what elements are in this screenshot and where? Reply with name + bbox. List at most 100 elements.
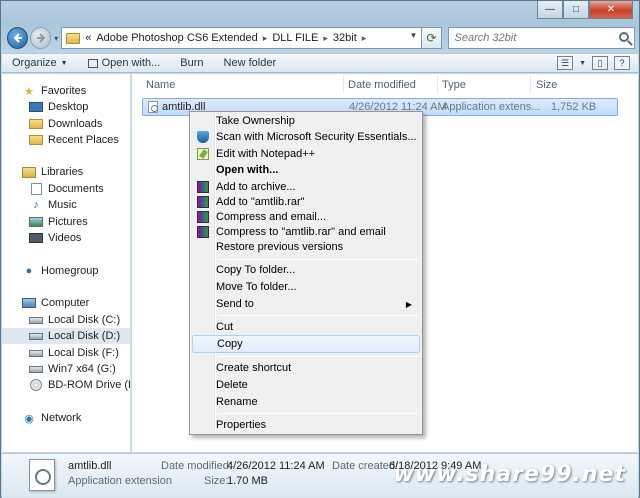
sidebar-item-label: Network [41, 412, 82, 424]
column-type[interactable]: Type [442, 79, 466, 91]
menu-copy[interactable]: Copy [192, 335, 420, 353]
navigation-pane: ★ Favorites Desktop Downloads Recent Plac… [2, 74, 131, 452]
menu-create-shortcut[interactable]: Create shortcut [192, 360, 420, 376]
column-divider[interactable] [437, 76, 438, 94]
column-size[interactable]: Size [536, 79, 557, 91]
menu-properties[interactable]: Properties [192, 417, 420, 433]
sidebar-item-network[interactable]: ◉ Network [2, 410, 130, 426]
breadcrumb-overflow[interactable]: « [85, 32, 91, 44]
sidebar-item-label: Libraries [41, 166, 84, 178]
back-button[interactable] [7, 27, 29, 49]
menu-rename[interactable]: Rename [192, 394, 420, 410]
help-icon: ? [619, 58, 625, 68]
menu-send-to[interactable]: Send to ▶ [192, 296, 420, 312]
sidebar-item-label: Local Disk (C:) [48, 314, 121, 326]
chevron-right-icon[interactable]: ▸ [362, 33, 367, 44]
menu-add-to-archive[interactable]: Add to archive... [192, 179, 420, 195]
new-folder-button[interactable]: New folder [214, 57, 287, 69]
minimize-button[interactable]: — [537, 1, 563, 19]
sidebar-item-label: Homegroup [41, 265, 99, 277]
menu-separator [218, 315, 418, 316]
sidebar-item-bd-rom[interactable]: BD-ROM Drive (H:) D [2, 377, 130, 393]
menu-edit-notepadpp[interactable]: Edit with Notepad++ [192, 146, 420, 162]
change-view-button[interactable]: ☰ [557, 56, 574, 70]
column-divider[interactable] [530, 76, 531, 94]
sidebar-item-favorites[interactable]: ★ Favorites [2, 83, 130, 99]
menu-label: Create shortcut [216, 362, 292, 374]
sidebar-item-label: Documents [48, 183, 104, 195]
breadcrumb-32bit[interactable]: 32bit [333, 32, 357, 44]
help-button[interactable]: ? [614, 56, 630, 70]
maximize-button[interactable]: □ [563, 1, 589, 19]
window-controls: — □ ✕ [537, 1, 633, 19]
organize-button[interactable]: Organize ▼ [2, 57, 78, 69]
chevron-right-icon[interactable]: ▸ [323, 33, 328, 44]
menu-separator [218, 413, 418, 414]
column-divider[interactable] [343, 76, 344, 94]
organize-label: Organize [12, 57, 57, 69]
forward-button[interactable] [30, 27, 52, 49]
menu-copy-to-folder[interactable]: Copy To folder... [192, 262, 420, 278]
breadcrumb-dll-file[interactable]: DLL FILE [272, 32, 318, 44]
breadcrumb-photoshop[interactable]: Adobe Photoshop CS6 Extended [96, 32, 257, 44]
menu-open-with[interactable]: Open with... [192, 162, 420, 178]
sidebar-item-homegroup[interactable]: ● Homegroup [2, 263, 130, 279]
menu-label: Compress and email... [216, 211, 327, 223]
sidebar-item-disk-c[interactable]: Local Disk (C:) [2, 312, 130, 328]
sidebar-item-videos[interactable]: Videos [2, 230, 130, 246]
sidebar-item-pictures[interactable]: Pictures [2, 214, 130, 230]
arrow-left-icon [13, 33, 22, 43]
computer-icon [22, 298, 36, 308]
address-bar[interactable]: « Adobe Photoshop CS6 Extended ▸ DLL FIL… [61, 27, 423, 49]
context-menu: Take Ownership Scan with Microsoft Secur… [189, 111, 423, 435]
sidebar-item-label: Local Disk (D:) [48, 330, 121, 342]
recent-pages-dropdown[interactable]: ▾ [54, 34, 58, 43]
submenu-arrow-icon: ▶ [405, 299, 412, 309]
desktop-icon [29, 102, 43, 112]
search-box[interactable] [447, 27, 635, 49]
navigation-bar: ▾ « Adobe Photoshop CS6 Extended ▸ DLL F… [7, 25, 635, 51]
sidebar-item-recent-places[interactable]: Recent Places [2, 132, 130, 148]
menu-label: Edit with Notepad++ [216, 148, 316, 160]
hard-disk-icon [29, 332, 43, 340]
preview-pane-button[interactable]: ▯ [592, 56, 608, 70]
menu-label: Properties [216, 419, 267, 431]
sidebar-item-desktop[interactable]: Desktop [2, 99, 130, 115]
burn-button[interactable]: Burn [170, 57, 213, 69]
chevron-down-icon[interactable]: ▼ [409, 31, 417, 40]
open-with-button[interactable]: Open with... [78, 57, 171, 69]
column-name[interactable]: Name [146, 79, 175, 91]
file-type: Application extens... [442, 101, 541, 113]
refresh-button[interactable]: ⟳ [422, 27, 442, 49]
downloads-folder-icon [29, 119, 43, 129]
menu-add-to-rar[interactable]: Add to "amtlib.rar" [192, 194, 420, 210]
sidebar-item-music[interactable]: ♪ Music [2, 197, 130, 213]
close-button[interactable]: ✕ [589, 1, 633, 19]
sidebar-item-disk-g[interactable]: Win7 x64 (G:) [2, 361, 130, 377]
search-input[interactable] [454, 32, 615, 44]
menu-compress-rar-email[interactable]: Compress to "amtlib.rar" and email [192, 224, 420, 240]
sidebar-item-documents[interactable]: Documents [2, 181, 130, 197]
sidebar-item-computer[interactable]: Computer [2, 295, 130, 311]
menu-take-ownership[interactable]: Take Ownership [192, 113, 420, 129]
preview-pane-icon: ▯ [597, 57, 603, 68]
chevron-right-icon[interactable]: ▸ [263, 33, 268, 44]
sidebar-item-disk-f[interactable]: Local Disk (F:) [2, 345, 130, 361]
search-icon[interactable] [618, 32, 629, 42]
menu-restore-previous[interactable]: Restore previous versions [192, 239, 420, 255]
menu-move-to-folder[interactable]: Move To folder... [192, 279, 420, 295]
sidebar-item-disk-d[interactable]: Local Disk (D:) [2, 328, 130, 344]
window-icon [87, 58, 98, 68]
column-date-modified[interactable]: Date modified [348, 79, 416, 91]
sidebar-item-libraries[interactable]: Libraries [2, 164, 130, 180]
menu-scan[interactable]: Scan with Microsoft Security Essentials.… [192, 129, 420, 145]
sidebar-item-label: Desktop [48, 101, 89, 113]
file-size: 1,752 KB [551, 101, 597, 113]
menu-label: Move To folder... [216, 281, 297, 293]
menu-compress-email[interactable]: Compress and email... [192, 209, 420, 225]
menu-cut[interactable]: Cut [192, 319, 420, 335]
view-dropdown-chevron-icon[interactable]: ▼ [579, 60, 586, 67]
menu-delete[interactable]: Delete [192, 377, 420, 393]
menu-label: Scan with Microsoft Security Essentials.… [216, 131, 417, 143]
sidebar-item-downloads[interactable]: Downloads [2, 116, 130, 132]
